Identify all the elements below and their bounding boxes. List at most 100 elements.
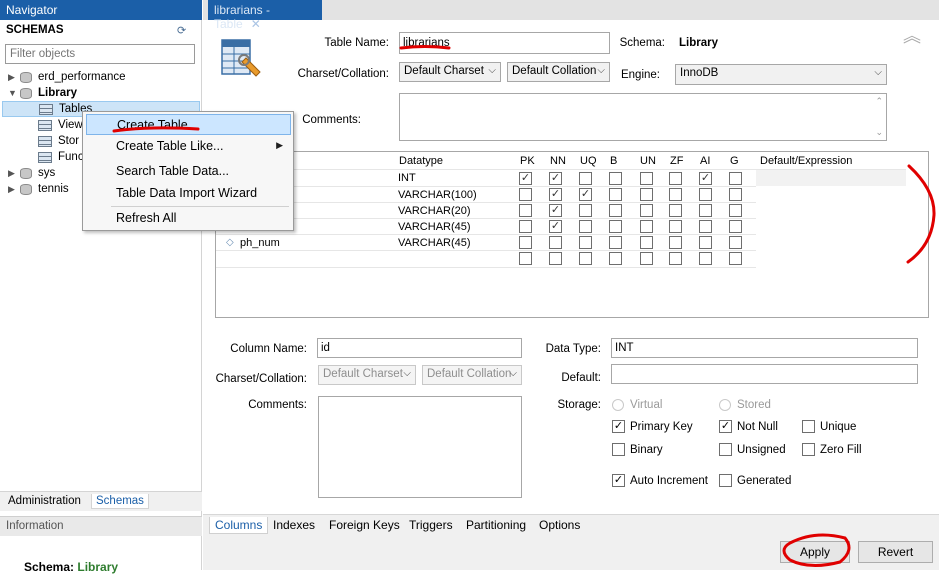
row-5-ai-checkbox[interactable] [699, 252, 712, 265]
chevron-down-icon[interactable]: ▼ [8, 88, 20, 98]
row-2-pk-checkbox[interactable] [519, 204, 532, 217]
row-4-nn-checkbox[interactable] [549, 236, 562, 249]
filter-objects-input[interactable] [5, 44, 195, 64]
apply-button[interactable]: Apply [780, 541, 850, 563]
tab-librarians-table[interactable]: librarians - Table ✕ [208, 0, 322, 31]
collation-select[interactable]: Default Collation ⌵ [507, 62, 610, 82]
row-0-g-checkbox[interactable] [729, 172, 742, 185]
charset-select[interactable]: Default Charset ⌵ [399, 62, 501, 82]
tab-indexes[interactable]: Indexes [273, 518, 315, 532]
row-0-un-checkbox[interactable] [640, 172, 653, 185]
row-3-pk-checkbox[interactable] [519, 220, 532, 233]
tree-item-erd-performance[interactable]: ▶ erd_performance [8, 69, 126, 85]
tree-item-views[interactable]: View [38, 117, 83, 133]
zero-fill-checkbox[interactable] [802, 443, 815, 456]
row-4-datatype[interactable]: VARCHAR(45) [398, 237, 471, 249]
row-5-uq-checkbox[interactable] [579, 252, 592, 265]
row-0-b-checkbox[interactable] [609, 172, 622, 185]
col-header-nn[interactable]: NN [550, 155, 566, 167]
row-1-nn-checkbox[interactable]: ✓ [549, 188, 562, 201]
row-4-uq-checkbox[interactable] [579, 236, 592, 249]
row-0-uq-checkbox[interactable] [579, 172, 592, 185]
row-1-b-checkbox[interactable] [609, 188, 622, 201]
row-2-zf-checkbox[interactable] [669, 204, 682, 217]
row-4-b-checkbox[interactable] [609, 236, 622, 249]
default-cell-selected[interactable] [756, 170, 906, 186]
close-icon[interactable]: ✕ [251, 17, 261, 31]
tree-item-sys[interactable]: ▶ sys [8, 165, 55, 181]
row-2-datatype[interactable]: VARCHAR(20) [398, 205, 471, 217]
row-5-pk-checkbox[interactable] [519, 252, 532, 265]
row-3-zf-checkbox[interactable] [669, 220, 682, 233]
primary-key-checkbox[interactable]: ✓ [612, 420, 625, 433]
row-0-nn-checkbox[interactable]: ✓ [549, 172, 562, 185]
row-4-un-checkbox[interactable] [640, 236, 653, 249]
tab-administration[interactable]: Administration [4, 494, 85, 508]
tree-item-library[interactable]: ▼ Library [8, 85, 77, 101]
menu-item-refresh-all[interactable]: Refresh All [86, 208, 291, 229]
row-4-pk-checkbox[interactable] [519, 236, 532, 249]
row-1-uq-checkbox[interactable]: ✓ [579, 188, 592, 201]
refresh-icon[interactable]: ⟳ [177, 24, 186, 37]
tree-item-stored-procedures[interactable]: Stor [38, 133, 79, 149]
col-header-un[interactable]: UN [640, 155, 656, 167]
row-2-b-checkbox[interactable] [609, 204, 622, 217]
row-1-zf-checkbox[interactable] [669, 188, 682, 201]
stored-radio[interactable] [719, 399, 731, 411]
tab-options[interactable]: Options [539, 518, 580, 532]
collapse-icon[interactable]: ︽ [903, 27, 921, 45]
tab-columns[interactable]: Columns [209, 517, 269, 534]
row-4-ai-checkbox[interactable] [699, 236, 712, 249]
row-0-zf-checkbox[interactable] [669, 172, 682, 185]
row-4-g-checkbox[interactable] [729, 236, 742, 249]
tab-schemas[interactable]: Schemas [91, 494, 149, 509]
row-3-datatype[interactable]: VARCHAR(45) [398, 221, 471, 233]
row-2-g-checkbox[interactable] [729, 204, 742, 217]
unsigned-checkbox[interactable] [719, 443, 732, 456]
revert-button[interactable]: Revert [858, 541, 933, 563]
chevron-right-icon[interactable]: ▶ [8, 72, 20, 83]
column-name-input[interactable] [317, 338, 522, 358]
col-header-zf[interactable]: ZF [670, 155, 683, 167]
virtual-radio[interactable] [612, 399, 624, 411]
menu-item-search-table-data[interactable]: Search Table Data... [86, 161, 291, 182]
row-1-ai-checkbox[interactable] [699, 188, 712, 201]
row-3-un-checkbox[interactable] [640, 220, 653, 233]
row-2-nn-checkbox[interactable]: ✓ [549, 204, 562, 217]
row-3-nn-checkbox[interactable]: ✓ [549, 220, 562, 233]
row-5-zf-checkbox[interactable] [669, 252, 682, 265]
chevron-right-icon[interactable]: ▶ [8, 168, 20, 179]
column-collation-select[interactable]: Default Collation ⌵ [422, 365, 522, 385]
row-4-zf-checkbox[interactable] [669, 236, 682, 249]
row-1-g-checkbox[interactable] [729, 188, 742, 201]
tree-item-tennis[interactable]: ▶ tennis [8, 181, 69, 197]
auto-increment-checkbox[interactable]: ✓ [612, 474, 625, 487]
row-5-g-checkbox[interactable] [729, 252, 742, 265]
row-1-un-checkbox[interactable] [640, 188, 653, 201]
row-0-pk-checkbox[interactable]: ✓ [519, 172, 532, 185]
row-3-g-checkbox[interactable] [729, 220, 742, 233]
row-5-nn-checkbox[interactable] [549, 252, 562, 265]
row-3-ai-checkbox[interactable] [699, 220, 712, 233]
row-2-ai-checkbox[interactable] [699, 204, 712, 217]
col-header-g[interactable]: G [730, 155, 739, 167]
row-0-datatype[interactable]: INT [398, 172, 416, 184]
row-0-ai-checkbox[interactable]: ✓ [699, 172, 712, 185]
row-2-un-checkbox[interactable] [640, 204, 653, 217]
row-5-un-checkbox[interactable] [640, 252, 653, 265]
col-header-uq[interactable]: UQ [580, 155, 597, 167]
row-3-uq-checkbox[interactable] [579, 220, 592, 233]
row-1-pk-checkbox[interactable] [519, 188, 532, 201]
row-1-datatype[interactable]: VARCHAR(100) [398, 189, 477, 201]
table-comments-textarea[interactable]: ⌃ ⌄ [399, 93, 887, 141]
generated-checkbox[interactable] [719, 474, 732, 487]
not-null-checkbox[interactable]: ✓ [719, 420, 732, 433]
row-3-b-checkbox[interactable] [609, 220, 622, 233]
col-header-ai[interactable]: AI [700, 155, 710, 167]
default-input[interactable] [611, 364, 918, 384]
menu-item-create-table-like[interactable]: Create Table Like... ▶ [86, 136, 291, 157]
column-charset-select[interactable]: Default Charset ⌵ [318, 365, 416, 385]
unique-checkbox[interactable] [802, 420, 815, 433]
tab-partitioning[interactable]: Partitioning [466, 518, 526, 532]
tree-item-functions[interactable]: Func [38, 149, 84, 165]
